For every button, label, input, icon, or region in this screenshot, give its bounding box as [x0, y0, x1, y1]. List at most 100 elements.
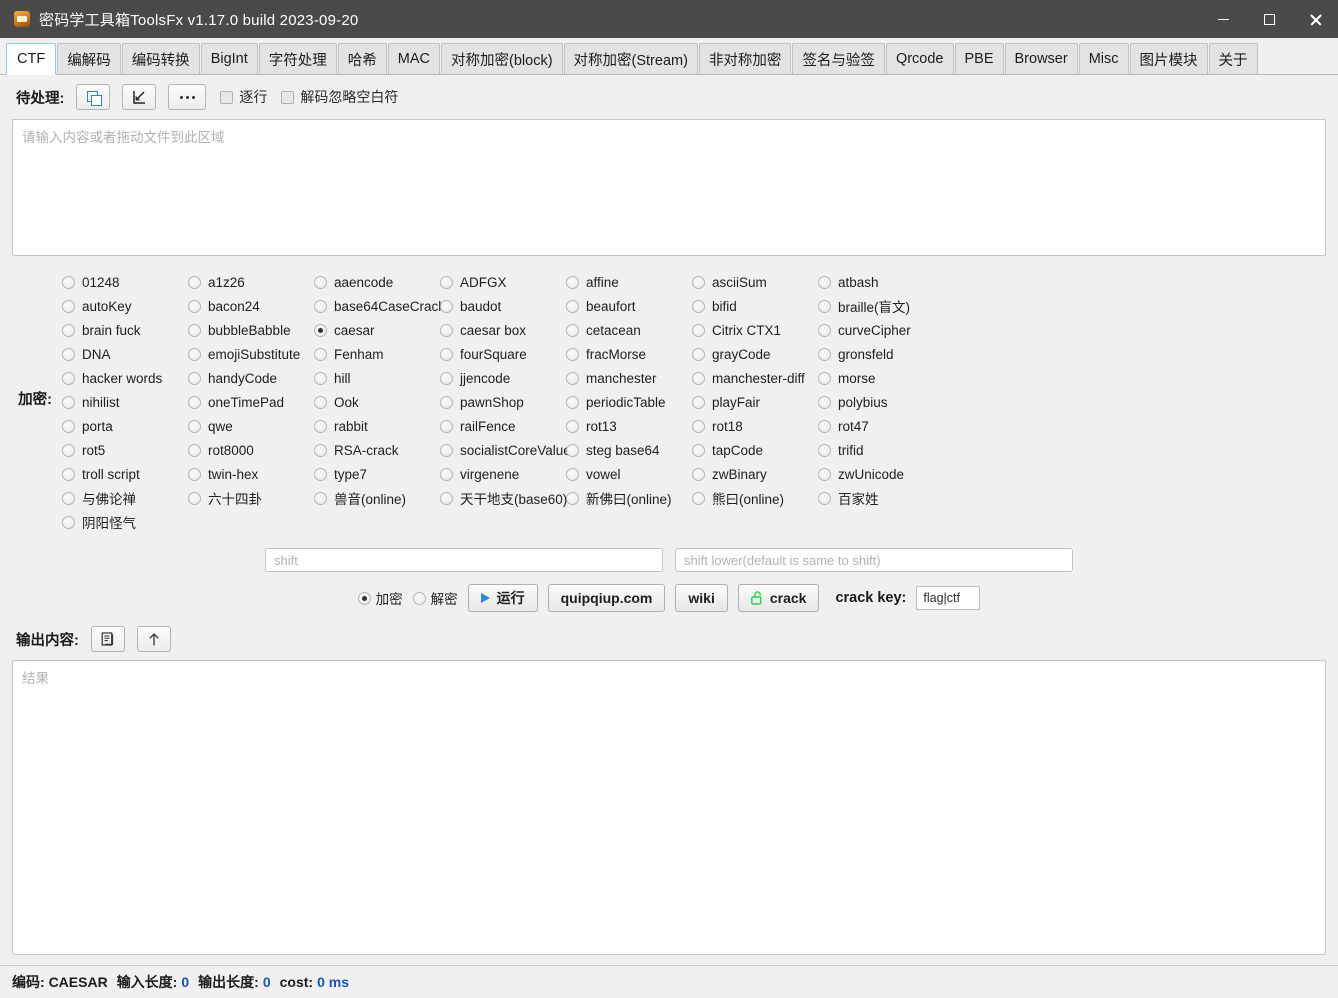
algorithm-option[interactable]: caesar box [440, 318, 566, 342]
algorithm-option[interactable]: rabbit [314, 414, 440, 438]
algorithm-option[interactable]: qwe [188, 414, 314, 438]
algorithm-option[interactable]: bifid [692, 294, 818, 318]
ignore-whitespace-checkbox[interactable]: 解码忽略空白符 [281, 87, 398, 107]
import-button[interactable] [122, 84, 157, 110]
algorithm-option[interactable]: bubbleBabble [188, 318, 314, 342]
algorithm-option[interactable]: zwUnicode [818, 462, 944, 486]
tab-字符处理[interactable]: 字符处理 [258, 43, 337, 74]
more-options-button[interactable] [168, 84, 207, 110]
algorithm-option[interactable]: DNA [62, 342, 188, 366]
tab-Qrcode[interactable]: Qrcode [885, 43, 954, 74]
algorithm-option[interactable]: beaufort [566, 294, 692, 318]
algorithm-option[interactable]: oneTimePad [188, 390, 314, 414]
algorithm-option[interactable]: playFair [692, 390, 818, 414]
shift-lower-input[interactable]: shift lower(default is same to shift) [675, 548, 1073, 572]
algorithm-option[interactable]: asciiSum [692, 270, 818, 294]
algorithm-option[interactable]: morse [818, 366, 944, 390]
run-button[interactable]: 运行 [467, 584, 538, 612]
algorithm-option[interactable]: trifid [818, 438, 944, 462]
algorithm-option[interactable]: a1z26 [188, 270, 314, 294]
tab-非对称加密[interactable]: 非对称加密 [698, 43, 792, 74]
algorithm-option[interactable]: rot47 [818, 414, 944, 438]
algorithm-option[interactable]: handyCode [188, 366, 314, 390]
algorithm-option[interactable]: type7 [314, 462, 440, 486]
algorithm-option[interactable]: rot8000 [188, 438, 314, 462]
tab-MAC[interactable]: MAC [387, 43, 441, 74]
output-copy-button[interactable] [90, 626, 125, 652]
tab-对称加密(Stream)[interactable]: 对称加密(Stream) [563, 43, 698, 74]
algorithm-option[interactable]: 阴阳怪气 [62, 510, 188, 534]
algorithm-option[interactable]: jjencode [440, 366, 566, 390]
mode-decrypt-radio[interactable]: 解密 [412, 588, 458, 608]
tab-BigInt[interactable]: BigInt [200, 43, 258, 74]
algorithm-option[interactable]: pawnShop [440, 390, 566, 414]
algorithm-option[interactable]: gronsfeld [818, 342, 944, 366]
algorithm-option[interactable]: manchester-diff [692, 366, 818, 390]
algorithm-option[interactable]: caesar [314, 318, 440, 342]
algorithm-option[interactable]: 天干地支(base60) [440, 486, 567, 510]
algorithm-option[interactable]: Ook [314, 390, 440, 414]
copy-button[interactable] [76, 84, 111, 110]
crack-button[interactable]: crack [737, 584, 820, 612]
algorithm-option[interactable]: rot18 [692, 414, 818, 438]
algorithm-option[interactable]: bacon24 [188, 294, 314, 318]
algorithm-option[interactable]: baudot [440, 294, 566, 318]
algorithm-option[interactable]: rot13 [566, 414, 692, 438]
algorithm-option[interactable]: socialistCoreValue [440, 438, 571, 462]
algorithm-option[interactable]: braille(盲文) [818, 294, 944, 318]
algorithm-option[interactable]: troll script [62, 462, 188, 486]
algorithm-option[interactable]: porta [62, 414, 188, 438]
algorithm-option[interactable]: curveCipher [818, 318, 944, 342]
algorithm-option[interactable]: 熊曰(online) [692, 486, 818, 510]
tab-图片模块[interactable]: 图片模块 [1129, 43, 1208, 74]
algorithm-option[interactable]: fracMorse [566, 342, 692, 366]
maximize-button[interactable] [1246, 0, 1292, 38]
output-upload-button[interactable] [136, 626, 171, 652]
algorithm-option[interactable]: tapCode [692, 438, 818, 462]
line-by-line-checkbox[interactable]: 逐行 [220, 87, 267, 107]
algorithm-option[interactable]: ADFGX [440, 270, 566, 294]
algorithm-option[interactable]: twin-hex [188, 462, 314, 486]
tab-CTF[interactable]: CTF [6, 43, 57, 75]
minimize-button[interactable] [1200, 0, 1246, 38]
shift-input[interactable]: shift [265, 548, 663, 572]
algorithm-option[interactable]: hill [314, 366, 440, 390]
algorithm-option[interactable]: 六十四卦 [188, 486, 314, 510]
algorithm-option[interactable]: virgenene [440, 462, 566, 486]
tab-编解码[interactable]: 编解码 [57, 43, 121, 74]
algorithm-option[interactable]: cetacean [566, 318, 692, 342]
algorithm-option[interactable]: 与佛论禅 [62, 486, 188, 510]
algorithm-option[interactable]: manchester [566, 366, 692, 390]
algorithm-option[interactable]: hacker words [62, 366, 188, 390]
close-button[interactable] [1292, 0, 1338, 38]
tab-Misc[interactable]: Misc [1078, 43, 1129, 74]
algorithm-option[interactable]: polybius [818, 390, 944, 414]
algorithm-option[interactable]: Citrix CTX1 [692, 318, 818, 342]
algorithm-option[interactable]: zwBinary [692, 462, 818, 486]
input-textarea[interactable]: 请输入内容或者拖动文件到此区域 [12, 119, 1326, 256]
algorithm-option[interactable]: 01248 [62, 270, 188, 294]
output-textarea[interactable]: 结果 [12, 660, 1326, 955]
algorithm-option[interactable]: affine [566, 270, 692, 294]
algorithm-option[interactable]: 百家姓 [818, 486, 944, 510]
algorithm-option[interactable]: RSA-crack [314, 438, 440, 462]
wiki-button[interactable]: wiki [675, 584, 728, 612]
algorithm-option[interactable]: atbash [818, 270, 944, 294]
algorithm-option[interactable]: periodicTable [566, 390, 692, 414]
algorithm-option[interactable]: autoKey [62, 294, 188, 318]
algorithm-option[interactable]: 新佛曰(online) [566, 486, 692, 510]
tab-编码转换[interactable]: 编码转换 [121, 43, 200, 74]
algorithm-option[interactable]: 兽音(online) [314, 486, 440, 510]
algorithm-option[interactable]: railFence [440, 414, 566, 438]
algorithm-option[interactable]: grayCode [692, 342, 818, 366]
tab-关于[interactable]: 关于 [1208, 43, 1258, 74]
algorithm-option[interactable]: base64CaseCrack [314, 294, 445, 318]
quipqiup-button[interactable]: quipqiup.com [547, 584, 666, 612]
tab-PBE[interactable]: PBE [954, 43, 1004, 74]
algorithm-option[interactable]: aaencode [314, 270, 440, 294]
tab-哈希[interactable]: 哈希 [337, 43, 387, 74]
tab-签名与验签[interactable]: 签名与验签 [792, 43, 885, 74]
algorithm-option[interactable]: fourSquare [440, 342, 566, 366]
mode-encrypt-radio[interactable]: 加密 [357, 588, 403, 608]
algorithm-option[interactable]: nihilist [62, 390, 188, 414]
